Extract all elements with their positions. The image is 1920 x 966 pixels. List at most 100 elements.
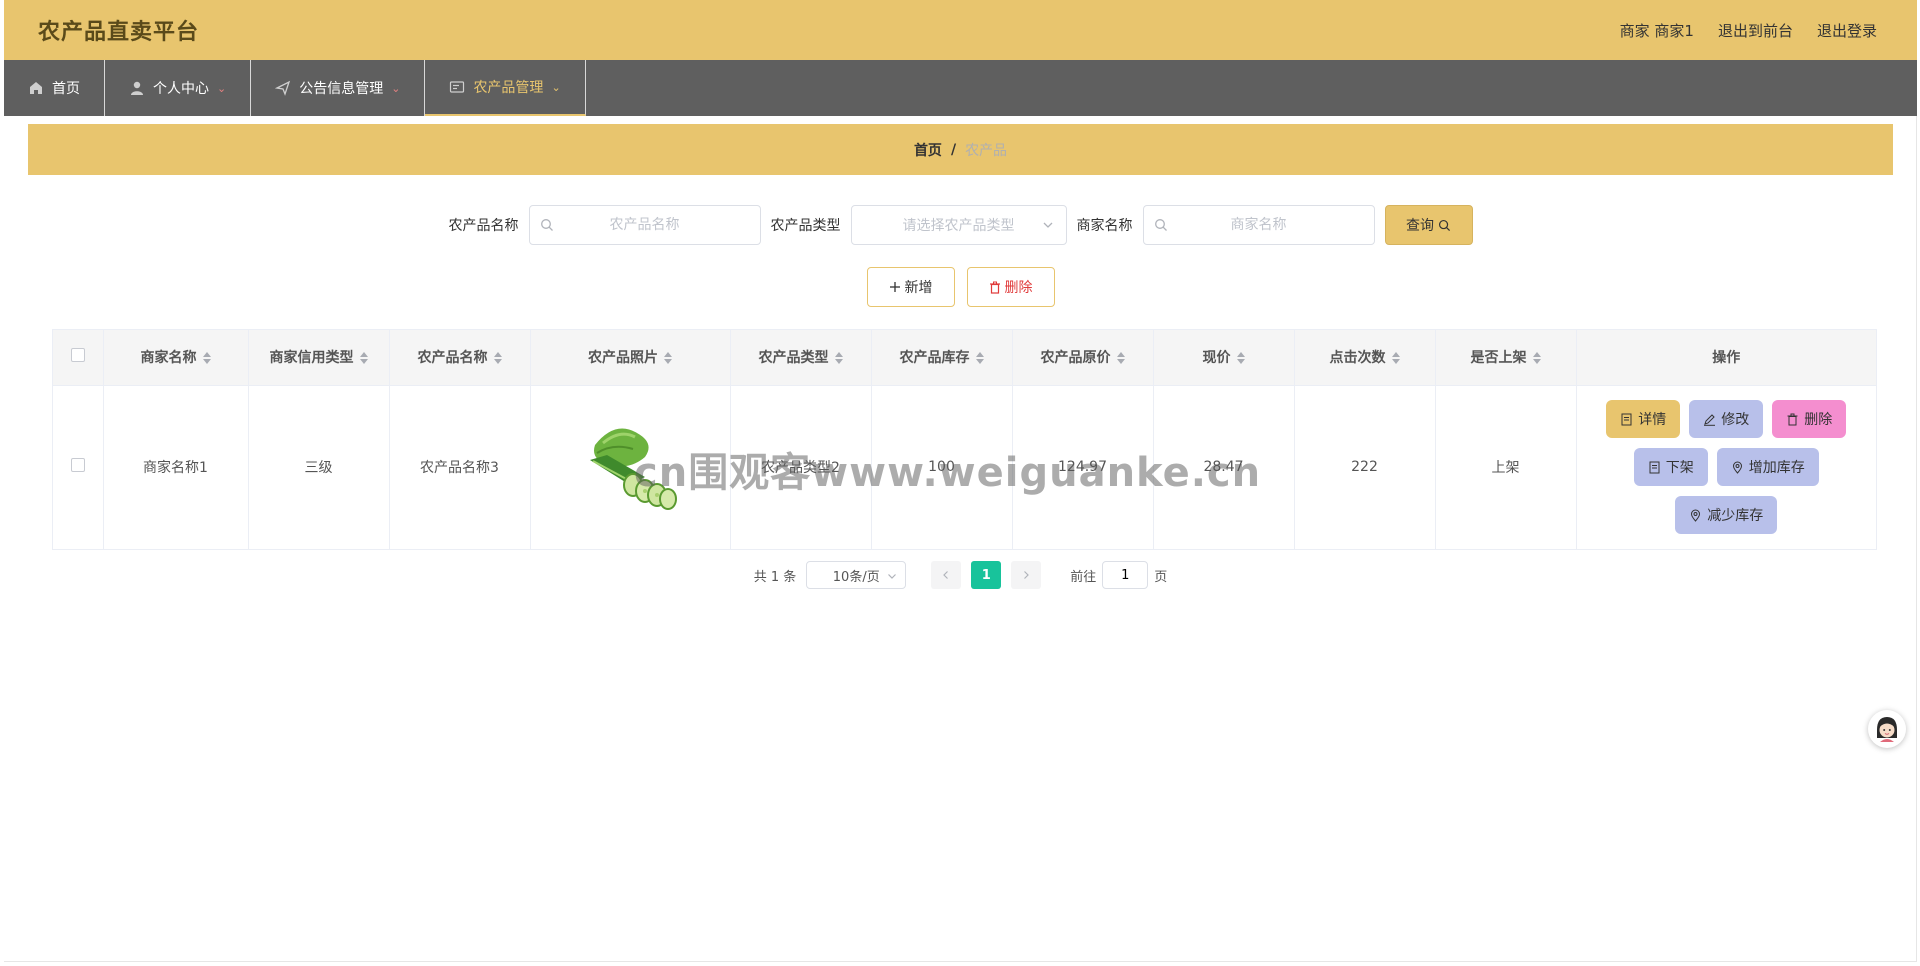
column-header[interactable]: 农产品原价: [1012, 330, 1154, 386]
product-table: 商家名称 商家信用类型 农产品名称 农产品照片 农产品类型 农产品库存 农产品原…: [52, 329, 1877, 550]
row-actions: 详情 修改 删除 下架 增加库存 减少库存: [1578, 400, 1876, 535]
take-down-button[interactable]: 下架: [1633, 448, 1708, 487]
app-window: 农产品直卖平台 商家 商家1 退出到前台 退出登录 首页 个人中心 ⌄ 公告信息…: [4, 0, 1917, 962]
detail-button[interactable]: 详情: [1606, 400, 1681, 439]
brand-title: 农产品直卖平台: [38, 20, 200, 45]
chevron-down-icon: [1043, 222, 1052, 228]
header-user-menu: 商家 商家1 退出到前台 退出登录: [1620, 20, 1877, 41]
table-header-row: 商家名称 商家信用类型 农产品名称 农产品照片 农产品类型 农产品库存 农产品原…: [53, 330, 1876, 386]
add-stock-button[interactable]: 增加库存: [1716, 448, 1819, 487]
assistant-avatar[interactable]: [1868, 710, 1906, 748]
cell-product-type: 农产品类型2: [730, 385, 872, 549]
select-all-header: [53, 330, 104, 386]
user-icon: [131, 81, 143, 95]
column-header[interactable]: 点击次数: [1294, 330, 1436, 386]
batch-delete-button[interactable]: 删除: [966, 267, 1055, 307]
query-button[interactable]: 查询: [1384, 205, 1473, 245]
search-icon: [1438, 219, 1451, 231]
column-header[interactable]: 农产品库存: [871, 330, 1013, 386]
sort-icon[interactable]: [975, 352, 984, 365]
goto-page-input[interactable]: [1102, 561, 1149, 589]
avatar-icon: [1877, 717, 1897, 742]
select-all-checkbox[interactable]: [70, 348, 85, 363]
exit-to-front-link[interactable]: 退出到前台: [1718, 20, 1793, 41]
column-header[interactable]: 商家信用类型: [248, 330, 390, 386]
page-number-current[interactable]: 1: [971, 561, 1002, 589]
document-icon: [1621, 413, 1632, 426]
reduce-stock-button[interactable]: 减少库存: [1675, 496, 1778, 535]
product-type-select[interactable]: 请选择农产品类型: [850, 205, 1067, 245]
sort-icon[interactable]: [359, 352, 368, 365]
chevron-right-icon: [1024, 571, 1030, 579]
cell-merchant-name: 商家名称1: [103, 385, 249, 549]
product-type-placeholder: 请选择农产品类型: [902, 218, 1015, 234]
list-icon: [450, 81, 465, 93]
logout-link[interactable]: 退出登录: [1817, 20, 1877, 41]
row-checkbox[interactable]: [70, 458, 85, 473]
column-header-ops: 操作: [1576, 330, 1876, 386]
search-form: 农产品名称 农产品类型 请选择农产品类型 商家名称 查询: [28, 205, 1893, 245]
plus-icon: [889, 282, 900, 292]
column-header[interactable]: 农产品类型: [730, 330, 872, 386]
pencil-icon: [1704, 414, 1716, 426]
cell-stock: 100: [871, 385, 1013, 549]
column-header[interactable]: 是否上架: [1435, 330, 1577, 386]
sort-icon[interactable]: [1236, 352, 1245, 365]
location-pin-icon: [1732, 461, 1742, 474]
cell-current-price: 28.47: [1153, 385, 1295, 549]
goto-suffix: 页: [1154, 569, 1168, 585]
column-header[interactable]: 现价: [1153, 330, 1295, 386]
cell-product-photo: [530, 385, 731, 549]
edit-button[interactable]: 修改: [1689, 400, 1764, 439]
merchant-name-input[interactable]: [1143, 206, 1374, 244]
cell-operations: 详情 修改 删除 下架 增加库存 减少库存: [1576, 385, 1876, 549]
sort-icon[interactable]: [202, 352, 211, 365]
content-panel: 农产品名称 农产品类型 请选择农产品类型 商家名称 查询: [28, 183, 1893, 609]
nav-item-home[interactable]: 首页: [4, 60, 105, 116]
merchant-name-field: [1142, 205, 1375, 245]
table-row: 商家名称1 三级 农产品名称3 农产品类型2 100 124.97 28.47 …: [53, 385, 1876, 549]
sort-icon[interactable]: [664, 352, 672, 365]
sort-icon[interactable]: [834, 352, 843, 365]
breadcrumb-home[interactable]: 首页: [914, 140, 942, 160]
nav-item-notice-management[interactable]: 公告信息管理 ⌄: [251, 60, 426, 116]
breadcrumb: 首页 / 农产品: [28, 124, 1893, 175]
chevron-down-icon: ⌄: [551, 80, 561, 94]
pagination-total: 共 1 条: [753, 569, 797, 585]
location-pin-icon: [1691, 509, 1701, 522]
nav-item-product-management[interactable]: 农产品管理 ⌄: [425, 60, 586, 116]
query-button-label: 查询: [1406, 218, 1434, 234]
trash-icon: [989, 281, 1000, 294]
page-size-value: 10条/页: [832, 569, 880, 585]
add-button-label: 新增: [904, 280, 933, 296]
nav-item-label: 个人中心: [153, 81, 209, 97]
page-size-select[interactable]: 10条/页: [806, 561, 907, 589]
sort-icon[interactable]: [1532, 352, 1541, 365]
product-name-field: [528, 205, 761, 245]
sort-icon[interactable]: [493, 352, 502, 365]
pagination: 共 1 条 10条/页 1 前往 页: [28, 560, 1893, 590]
product-name-input[interactable]: [529, 206, 760, 244]
breadcrumb-current: 农产品: [965, 142, 1008, 159]
nav-item-personal-center[interactable]: 个人中心 ⌄: [105, 60, 252, 116]
next-page-button[interactable]: [1011, 561, 1042, 589]
column-header[interactable]: 商家名称: [103, 330, 249, 386]
nav-item-label: 公告信息管理: [299, 81, 384, 97]
column-header[interactable]: 农产品名称: [389, 330, 531, 386]
delete-button-label: 删除: [1004, 280, 1033, 296]
cell-credit-type: 三级: [248, 385, 390, 549]
product-image[interactable]: [575, 415, 685, 515]
cell-on-shelf: 上架: [1435, 385, 1577, 549]
product-name-label: 农产品名称: [448, 218, 519, 234]
add-button[interactable]: 新增: [866, 267, 955, 307]
chevron-down-icon: ⌄: [217, 81, 227, 95]
chevron-down-icon: [888, 574, 897, 579]
prev-page-button[interactable]: [931, 561, 962, 589]
row-delete-button[interactable]: 删除: [1772, 400, 1847, 439]
goto-prefix: 前往: [1070, 569, 1097, 585]
current-user-label: 商家 商家1: [1619, 21, 1694, 40]
column-header[interactable]: 农产品照片: [530, 330, 731, 386]
sort-icon[interactable]: [1116, 352, 1125, 365]
sort-icon[interactable]: [1391, 352, 1400, 365]
nav-item-label: 农产品管理: [473, 80, 544, 96]
